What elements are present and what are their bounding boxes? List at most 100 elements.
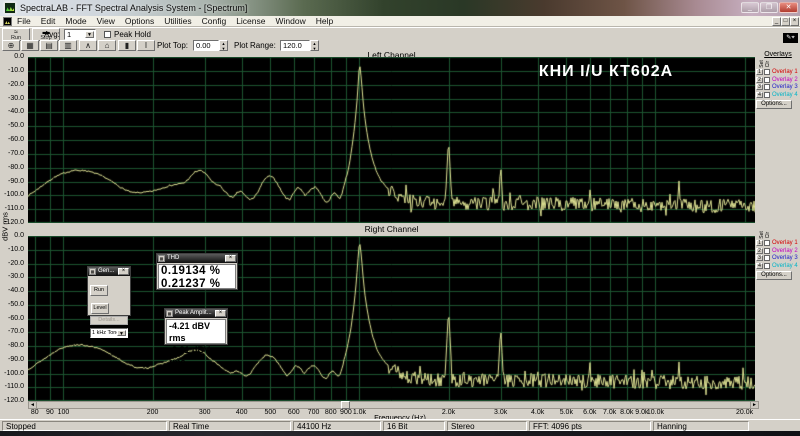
peak-hold-checkbox[interactable] [104,31,111,38]
peak-amplitude-close-icon[interactable]: × [215,310,226,317]
status-cell-44100-hz: 44100 Hz [293,421,381,431]
chevron-down-icon[interactable]: ▼ [85,31,94,38]
y-tick-right--50.0: -50.0 [0,301,26,308]
generator-dialog-icon: ▦ [89,268,96,275]
overlay-set-button-2[interactable]: 2 [756,248,763,254]
cursor-tools-icon[interactable]: ✎⌖ [783,33,798,43]
peak-value-left: -4.21 dBV rms [169,320,223,344]
overlay-options-button[interactable]: Options... [756,271,792,280]
overlay-clr-column-label: Clr [765,61,771,67]
overlay-checkbox-3[interactable] [764,255,770,261]
scroll-thumb[interactable] [341,401,350,409]
overlay-checkbox-1[interactable] [764,69,770,75]
y-tick-right--100.0: -100.0 [0,370,26,377]
overlay-checkbox-1[interactable] [764,240,770,246]
overlay-label-2: Overlay 2 [772,77,798,83]
avg-label: Avg: [44,29,60,40]
x-tick-500: 500 [264,409,276,416]
peak-amplitude-icon: ▦ [166,310,173,317]
thd-dialog: ▦ THD × 0.19134 % 0.21237 % [156,253,238,290]
overlay-set-button-4[interactable]: 4 [756,263,763,269]
generator-level-button[interactable]: Level [91,303,109,314]
menu-view[interactable]: View [92,16,120,27]
thd-value-left: 0.19134 % [161,265,233,278]
overlay-checkbox-4[interactable] [764,92,770,98]
left-channel-plot[interactable] [28,57,755,223]
thd-dialog-icon: ▦ [158,255,165,262]
scroll-right-arrow[interactable]: ► [750,401,759,409]
menu-edit[interactable]: Edit [36,16,61,27]
x-tick-4.0k: 4.0k [531,409,544,416]
overlay-label-1: Overlay 1 [772,69,798,75]
overlays-header: Overlays [756,51,800,58]
overlay-checkbox-3[interactable] [764,84,770,90]
mdi-minimize-button[interactable]: _ [772,17,781,26]
menu-window[interactable]: Window [271,16,311,27]
right-channel-plot[interactable] [28,236,755,401]
overlay-checkbox-4[interactable] [764,263,770,269]
scroll-left-arrow[interactable]: ◄ [28,401,37,409]
overlay-checkbox-2[interactable] [764,248,770,254]
x-tick-6.0k: 6.0k [583,409,596,416]
menu-bar: FileEditModeViewOptionsUtilitiesConfigLi… [0,16,800,27]
generator-signal-select[interactable]: 1 kHz Tone ▼ [90,328,128,338]
generator-details-button[interactable]: Details... [90,316,128,325]
overlay-set-button-1[interactable]: 1 [756,240,763,246]
y-tick-right--120.0: -120.0 [0,397,26,404]
minimize-button[interactable]: _ [741,2,759,13]
overlay-set-button-3[interactable]: 3 [756,255,763,261]
status-cell-fft-4096-pts: FFT: 4096 pts [529,421,651,431]
right-channel-title: Right Channel [28,224,755,234]
mdi-restore-button[interactable]: □ [781,17,790,26]
toolbar-main: ≈ Run ▬ Stop Avg: 1 ▼ Peak Hold [0,27,800,40]
avg-select[interactable]: 1 ▼ [64,29,96,40]
app-icon [4,2,16,14]
overlay-options-button[interactable]: Options... [756,100,792,109]
y-tick-left--60.0: -60.0 [0,136,26,143]
menu-license[interactable]: License [231,16,270,27]
window-title: SpectraLAB - FFT Spectral Analysis Syste… [20,0,247,16]
x-tick-300: 300 [199,409,211,416]
maximize-button[interactable]: ❐ [760,2,778,13]
menu-options[interactable]: Options [120,16,159,27]
generator-close-icon[interactable]: × [118,268,129,275]
generator-run-button[interactable]: Run [90,285,108,296]
menu-utilities[interactable]: Utilities [159,16,196,27]
overlay-checkbox-2[interactable] [764,77,770,83]
zoom-tool-icon[interactable]: ⊕ [2,40,20,51]
x-tick-90: 90 [46,409,54,416]
menu-help[interactable]: Help [311,16,338,27]
mdi-child-icon [3,17,12,26]
y-tick-right--60.0: -60.0 [0,315,26,322]
menu-file[interactable]: File [12,16,36,27]
overlay-label-3: Overlay 3 [772,84,798,90]
overlay-set-button-1[interactable]: 1 [756,69,763,75]
y-tick-left-0.0: 0.0 [0,53,26,60]
x-tick-10.0k: 10.0k [647,409,664,416]
status-cell-hanning: Hanning [653,421,749,431]
y-tick-right--30.0: -30.0 [0,273,26,280]
mdi-close-button[interactable]: × [790,17,799,26]
generator-dialog-titlebar[interactable]: ▦ Gen... × [88,267,130,276]
thd-dialog-titlebar[interactable]: ▦ THD × [157,254,237,263]
x-tick-700: 700 [308,409,320,416]
close-button[interactable]: ✕ [779,2,798,13]
plot-h-scrollbar[interactable] [28,401,759,409]
thd-close-icon[interactable]: × [225,255,236,262]
chevron-down-icon[interactable]: ▼ [117,330,126,336]
x-tick-800: 800 [325,409,337,416]
status-bar: StoppedReal Time44100 Hz16 BitStereoFFT:… [0,419,800,431]
y-tick-left--40.0: -40.0 [0,108,26,115]
overlay-clr-column-label: Clr [765,232,771,238]
title-bar: SpectraLAB - FFT Spectral Analysis Syste… [0,0,800,16]
overlay-set-button-4[interactable]: 4 [756,92,763,98]
menu-mode[interactable]: Mode [60,16,91,27]
x-tick-600: 600 [288,409,300,416]
peak-amplitude-titlebar[interactable]: ▦ Peak Amplit... × [165,309,227,318]
x-tick-2.0k: 2.0k [442,409,455,416]
overlay-label-4: Overlay 4 [772,92,798,98]
overlay-label-2: Overlay 2 [772,248,798,254]
menu-config[interactable]: Config [197,16,232,27]
overlay-set-button-2[interactable]: 2 [756,77,763,83]
overlay-set-button-3[interactable]: 3 [756,84,763,90]
